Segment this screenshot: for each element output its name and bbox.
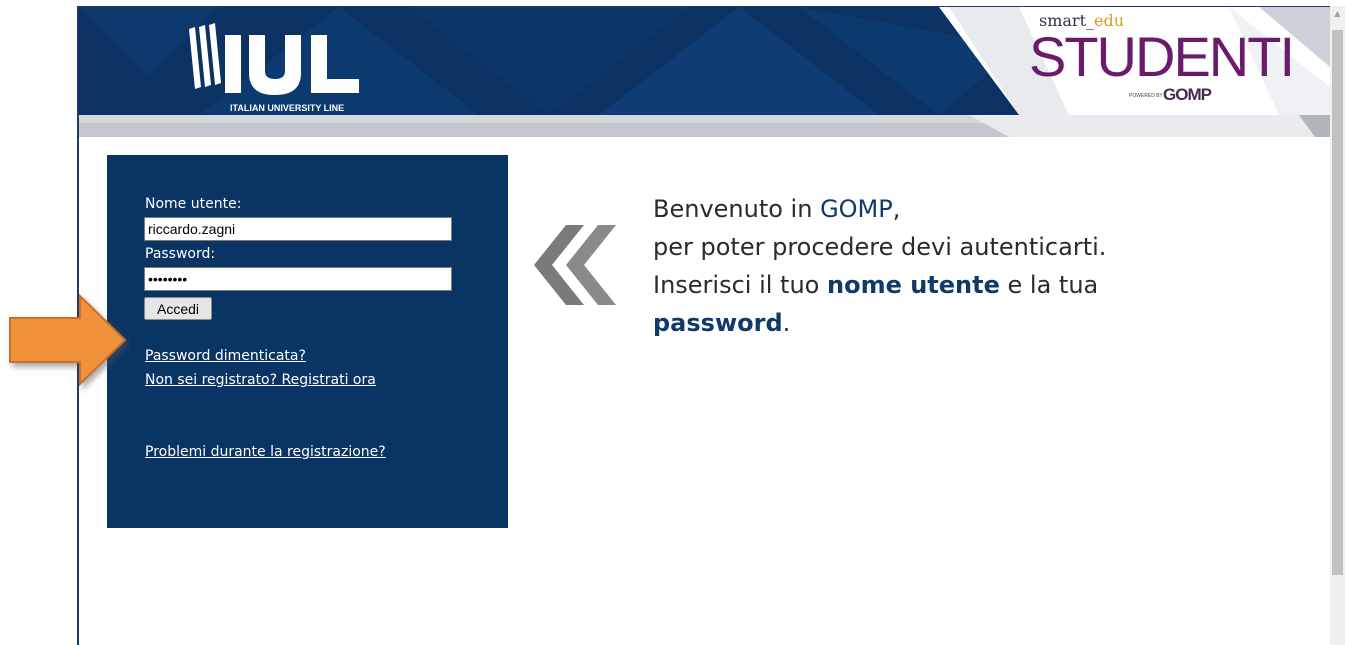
welcome-line3-suffix: e la tua [999,271,1099,299]
iul-tagline: ITALIAN UNIVERSITY LINE [230,103,345,113]
studenti-brand: smart_edu STUDENTI POWERED BY GOMP [1029,11,1295,111]
welcome-line-1: Benvenuto in GOMP, [653,190,1293,228]
register-link[interactable]: Non sei registrato? Registrati ora [145,372,376,388]
welcome-line4-suffix: . [782,309,791,337]
welcome-username-emphasis: nome utente [827,271,1000,299]
welcome-line1-prefix: Benvenuto in [653,195,821,223]
forgot-password-link[interactable]: Password dimenticata? [145,348,306,364]
welcome-line-4: password. [653,304,1293,342]
scrollbar-thumb[interactable] [1332,30,1343,575]
login-panel: Nome utente: Password: Accedi Password d… [107,155,508,528]
welcome-line-3: Inserisci il tuo nome utente e la tua [653,266,1293,304]
login-button[interactable]: Accedi [144,297,212,320]
double-chevron-left-icon [530,225,630,305]
orange-arrow-right-icon [0,290,130,400]
welcome-brand: GOMP [820,195,893,223]
welcome-message: Benvenuto in GOMP, per poter procedere d… [653,190,1293,342]
site-header: ITALIAN UNIVERSITY LINE smart_edu STUDEN… [79,7,1330,115]
username-field[interactable] [144,217,452,241]
registration-problems-link[interactable]: Problemi durante la registrazione? [145,444,386,460]
password-field[interactable] [144,267,452,291]
scroll-up-arrow-icon[interactable]: ▲ [1330,6,1345,22]
header-subband [79,115,1330,137]
powered-by-label: POWERED BY [1129,93,1163,99]
welcome-password-emphasis: password [653,309,783,337]
gomp-logo: GOMP [1163,85,1212,104]
vertical-scrollbar[interactable]: ▲ [1330,6,1345,645]
welcome-line3-prefix: Inserisci il tuo [653,271,827,299]
welcome-line1-suffix: , [892,195,901,223]
welcome-line-2: per poter procedere devi autenticarti. [653,233,1107,261]
iul-logo [189,17,389,115]
password-label: Password: [145,246,216,262]
studenti-title: STUDENTI [1029,25,1295,88]
username-label: Nome utente: [145,196,242,212]
